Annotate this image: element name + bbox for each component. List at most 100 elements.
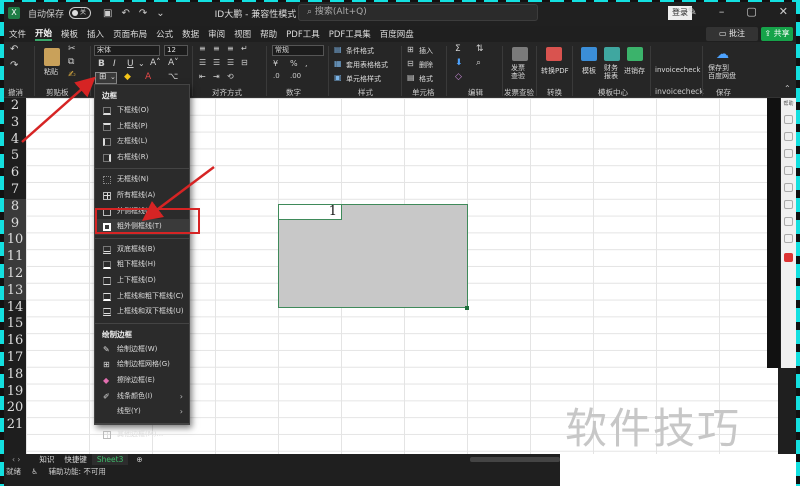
- customize-icon[interactable]: ⌄: [156, 8, 164, 19]
- gift-icon[interactable]: [784, 253, 793, 262]
- top-bottom-border-item[interactable]: 上下框线(D): [95, 273, 189, 289]
- align-center-icon[interactable]: ☰: [213, 58, 220, 67]
- thick-bottom-border-item[interactable]: 粗下框线(H): [95, 257, 189, 273]
- line-style-item[interactable]: 线型(Y) ›: [95, 404, 189, 420]
- underline-icon[interactable]: U: [127, 59, 134, 69]
- close-icon[interactable]: ✕: [779, 5, 788, 18]
- align-middle-icon[interactable]: ≡: [213, 44, 220, 53]
- row-header[interactable]: 10: [4, 232, 26, 250]
- wrap-text-icon[interactable]: ↵: [241, 44, 248, 53]
- undo-icon[interactable]: ↶: [121, 8, 129, 19]
- row-header[interactable]: 16: [4, 333, 26, 350]
- font-size-select[interactable]: 12: [164, 45, 188, 56]
- tab-formulas[interactable]: 公式: [156, 28, 173, 40]
- sheet-nav-arrows[interactable]: ‹ ›: [12, 455, 20, 464]
- ribbon-collapse-icon[interactable]: ⌃: [784, 84, 791, 93]
- redo-icon[interactable]: ↷: [10, 60, 18, 71]
- row-header[interactable]: 8: [4, 198, 26, 216]
- search-input[interactable]: ⌕ 搜索(Alt+Q): [298, 4, 538, 21]
- clear-icon[interactable]: ◇: [455, 72, 462, 82]
- tab-insert[interactable]: 插入: [87, 28, 104, 40]
- save-to-baidu-button[interactable]: 保存到 百度网盘: [708, 64, 736, 80]
- tab-help[interactable]: 帮助: [260, 28, 277, 40]
- double-bottom-border-item[interactable]: 双底框线(B): [95, 242, 189, 258]
- insert-cells-button[interactable]: 插入: [419, 46, 433, 56]
- tab-templates[interactable]: 模板: [61, 28, 78, 40]
- side-tool-icon[interactable]: [784, 183, 793, 192]
- side-tool-icon[interactable]: [784, 217, 793, 226]
- row-header[interactable]: 9: [4, 215, 26, 233]
- all-borders-item[interactable]: 所有框线(A): [95, 188, 189, 204]
- row-header[interactable]: 7: [4, 182, 26, 199]
- vertical-scrollbar[interactable]: [767, 98, 780, 368]
- row-header[interactable]: 5: [4, 148, 26, 165]
- row-header[interactable]: 6: [4, 165, 26, 182]
- tab-view[interactable]: 视图: [234, 28, 251, 40]
- row-header[interactable]: 15: [4, 316, 26, 333]
- row-header[interactable]: 17: [4, 350, 26, 367]
- row-header[interactable]: 20: [4, 400, 26, 417]
- border-bottom-item[interactable]: 下框线(O): [95, 103, 189, 119]
- side-tool-icon[interactable]: [784, 200, 793, 209]
- cell-style-button[interactable]: 单元格样式: [346, 74, 381, 84]
- align-right-icon[interactable]: ☰: [227, 58, 234, 67]
- merge-icon[interactable]: ⊟: [241, 58, 248, 67]
- row-header[interactable]: 21: [4, 417, 26, 434]
- row-header[interactable]: 13: [4, 282, 26, 300]
- no-border-item[interactable]: 无框线(N): [95, 172, 189, 188]
- underline-dropdown-icon[interactable]: ⌄: [138, 59, 145, 68]
- sheet-tab[interactable]: 知识: [34, 454, 59, 465]
- table-format-button[interactable]: 套用表格格式: [346, 60, 388, 70]
- sort-filter-icon[interactable]: ⇅: [476, 44, 484, 54]
- border-right-item[interactable]: 右框线(R): [95, 150, 189, 166]
- fill-handle[interactable]: [465, 306, 469, 310]
- comment-button[interactable]: ▭ 批注: [706, 27, 758, 41]
- share-button[interactable]: ⇪ 共享: [761, 27, 793, 41]
- currency-icon[interactable]: ¥: [273, 59, 278, 68]
- align-bottom-icon[interactable]: ≡: [227, 44, 234, 53]
- row-header[interactable]: 18: [4, 367, 26, 384]
- font-more-icon[interactable]: ⌥: [168, 72, 178, 82]
- more-borders-item[interactable]: 其他边框(M)...: [95, 427, 189, 443]
- sheet-tab-active[interactable]: Sheet3: [91, 454, 129, 465]
- autosum-icon[interactable]: Σ: [455, 44, 461, 54]
- erase-border-item[interactable]: ◆ 擦除边框(E): [95, 373, 189, 389]
- row-header[interactable]: 12: [4, 265, 26, 283]
- border-left-item[interactable]: 左框线(L): [95, 134, 189, 150]
- format-painter-icon[interactable]: ✍: [68, 70, 76, 80]
- row-header[interactable]: 4: [4, 132, 26, 149]
- top-thick-bottom-border-item[interactable]: 上框线和粗下框线(C): [95, 289, 189, 305]
- delete-cells-button[interactable]: 删除: [419, 60, 433, 70]
- border-top-item[interactable]: 上框线(P): [95, 119, 189, 135]
- cut-icon[interactable]: ✂: [68, 44, 76, 54]
- draw-border-item[interactable]: ✎ 绘制边框(W): [95, 342, 189, 358]
- format-cells-button[interactable]: 格式: [419, 74, 433, 84]
- paste-button[interactable]: 粘贴: [44, 67, 58, 77]
- active-cell[interactable]: 1: [278, 204, 342, 220]
- side-tool-icon[interactable]: [784, 149, 793, 158]
- tab-data[interactable]: 数据: [182, 28, 199, 40]
- grow-font-icon[interactable]: A˄: [150, 58, 161, 68]
- number-format-select[interactable]: 常规: [272, 45, 324, 56]
- row-header[interactable]: 19: [4, 384, 26, 401]
- add-sheet-icon[interactable]: ⊕: [136, 455, 142, 464]
- align-left-icon[interactable]: ☰: [199, 58, 206, 67]
- horizontal-scrollbar[interactable]: [470, 457, 560, 462]
- paste-icon[interactable]: [44, 48, 60, 66]
- finance-report-button[interactable]: 财务 报表: [604, 64, 618, 80]
- minimize-icon[interactable]: –: [719, 5, 725, 18]
- inventory-button[interactable]: 进销存: [624, 66, 645, 76]
- tab-home[interactable]: 开始: [35, 27, 53, 41]
- template-button[interactable]: 模板: [582, 66, 596, 76]
- copy-icon[interactable]: ⧉: [68, 57, 74, 67]
- align-top-icon[interactable]: ≡: [199, 44, 206, 53]
- redo-icon[interactable]: ↷: [139, 8, 147, 19]
- tab-page-layout[interactable]: 页面布局: [113, 28, 147, 40]
- pen-icon[interactable]: ✎: [688, 5, 697, 18]
- decrease-decimal-icon[interactable]: .00: [290, 72, 301, 80]
- draw-border-grid-item[interactable]: ⊞ 绘制边框网格(G): [95, 357, 189, 373]
- line-color-item[interactable]: ✐ 线条颜色(I) ›: [95, 389, 189, 405]
- invoice-check-button[interactable]: 发票 查验: [511, 64, 525, 80]
- bold-icon[interactable]: B: [98, 59, 105, 69]
- row-header[interactable]: 14: [4, 300, 26, 317]
